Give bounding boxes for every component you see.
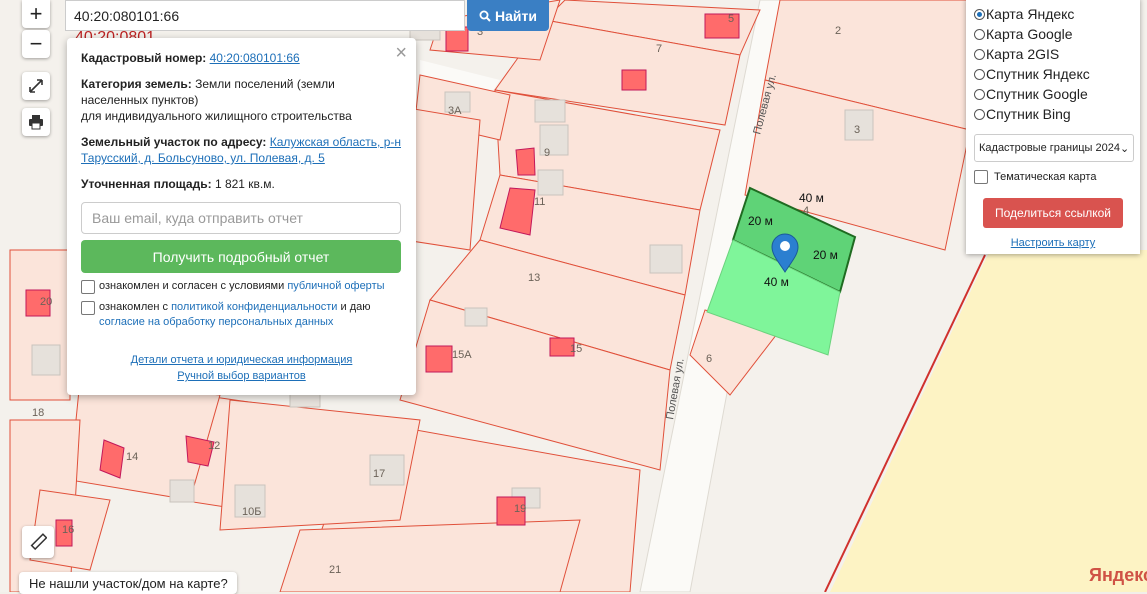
plot-label: 13 — [528, 272, 540, 284]
privacy-link[interactable]: политикой конфиденциальности — [171, 301, 337, 313]
plot-label: 4 — [803, 205, 809, 217]
zoom-out-button[interactable]: − — [22, 30, 50, 58]
not-found-button[interactable]: Не нашли участок/дом на карте? — [19, 572, 237, 594]
zoom-in-button[interactable]: + — [22, 0, 50, 28]
map-type-label: Спутник Google — [986, 86, 1088, 102]
offer-checkbox[interactable] — [81, 280, 95, 294]
plot-label: 21 — [329, 564, 341, 576]
plot-label: 3А — [448, 105, 462, 117]
plot-label: 9 — [544, 147, 550, 159]
radio-button[interactable] — [974, 8, 985, 20]
radio-button[interactable] — [974, 88, 985, 100]
report-details-link[interactable]: Детали отчета и юридическая информация — [131, 354, 353, 366]
plot-label: 5 — [728, 13, 734, 25]
share-link-button[interactable]: Поделиться ссылкой — [983, 198, 1123, 228]
radio-button[interactable] — [974, 48, 985, 60]
offer-consent-checkbox-row[interactable]: ознакомлен и согласен с условиями публич… — [81, 279, 402, 294]
offer-link[interactable]: публичной оферты — [287, 280, 384, 292]
configure-map-link[interactable]: Настроить карту — [974, 237, 1132, 249]
popup-links: Детали отчета и юридическая информация Р… — [81, 352, 402, 384]
cadastral-search-input[interactable] — [65, 0, 465, 31]
dimension-top: 40 м — [799, 191, 824, 205]
map-type-option[interactable]: Спутник Bing — [974, 104, 1132, 124]
thematic-map-toggle[interactable]: Тематическая карта — [974, 170, 1132, 184]
email-field[interactable]: Ваш email, куда отправить отчет — [81, 202, 401, 234]
map-type-option[interactable]: Карта 2GIS — [974, 44, 1132, 64]
map-type-label: Карта 2GIS — [986, 46, 1060, 62]
cadastral-number-row: Кадастровый номер: 40:20:080101:66 — [81, 51, 300, 65]
map-type-label: Спутник Bing — [986, 106, 1071, 122]
land-category-row: Категория земель: Земли поселений (земли… — [81, 77, 352, 123]
plot-label: 19 — [514, 503, 526, 515]
privacy-consent-checkbox-row[interactable]: ознакомлен с политикой конфиденциальност… — [81, 300, 402, 330]
map-type-radio-group: Карта Яндекс Карта Google Карта 2GIS Спутни… — [974, 4, 1132, 124]
yandex-logo: Яндекс — [1089, 565, 1147, 585]
address-row: Земельный участок по адресу: Калужская о… — [81, 135, 401, 165]
ruler-button[interactable] — [22, 526, 54, 558]
map-type-option[interactable]: Карта Яндекс — [974, 4, 1132, 24]
map-type-option[interactable]: Карта Google — [974, 24, 1132, 44]
get-report-button[interactable]: Получить подробный отчет — [81, 240, 401, 273]
map-type-label: Спутник Яндекс — [986, 66, 1090, 82]
search-button[interactable]: Найти — [467, 0, 549, 31]
cadastral-layer-select[interactable]: Кадастровые границы 2024 ⌄ — [974, 134, 1134, 162]
plot-label: 17 — [373, 468, 385, 480]
plot-label: 7 — [656, 43, 662, 55]
plot-label: 14 — [126, 451, 138, 463]
map-type-option[interactable]: Спутник Яндекс — [974, 64, 1132, 84]
data-consent-link[interactable]: согласие на обработку персональных данны… — [99, 316, 333, 328]
dimension-right: 20 м — [813, 248, 838, 262]
plot-label: 12 — [208, 440, 220, 452]
dimension-bottom: 40 м — [764, 275, 789, 289]
plot-label: 18 — [32, 407, 44, 419]
print-button[interactable] — [22, 108, 50, 136]
manual-selection-link[interactable]: Ручной выбор вариантов — [177, 370, 305, 382]
ruler-icon — [30, 533, 47, 551]
chevron-down-icon: ⌄ — [1119, 142, 1130, 155]
parcel-info-popup: × Кадастровый номер: 40:20:080101:66 Кат… — [67, 38, 416, 395]
plot-label: 6 — [706, 353, 712, 365]
search-icon — [479, 10, 491, 22]
plot-label: 16 — [62, 524, 74, 536]
fullscreen-button[interactable] — [22, 72, 50, 100]
plot-label: 3 — [854, 124, 860, 136]
map-type-option[interactable]: Спутник Google — [974, 84, 1132, 104]
dimension-left: 20 м — [748, 214, 773, 228]
privacy-checkbox[interactable] — [81, 301, 95, 315]
plot-label: 20 — [40, 296, 52, 308]
search-button-label: Найти — [495, 7, 537, 24]
plot-label: 15А — [452, 349, 472, 361]
cadastral-number-link[interactable]: 40:20:080101:66 — [210, 51, 300, 65]
close-icon[interactable]: × — [395, 42, 407, 65]
thematic-checkbox[interactable] — [974, 170, 988, 184]
plot-label: 2 — [835, 25, 841, 37]
radio-button[interactable] — [974, 108, 985, 120]
area-row: Уточненная площадь: 1 821 кв.м. — [81, 177, 275, 191]
plot-label: 11 — [534, 196, 545, 208]
plot-label: 10Б — [242, 506, 261, 518]
plot-label: 15 — [570, 343, 582, 355]
map-type-label: Карта Яндекс — [986, 6, 1075, 22]
map-layers-panel: Карта Яндекс Карта Google Карта 2GIS Спутни… — [966, 0, 1140, 254]
printer-icon — [29, 115, 43, 130]
expand-icon — [29, 79, 43, 93]
radio-button[interactable] — [974, 28, 985, 40]
radio-button[interactable] — [974, 68, 985, 80]
map-type-label: Карта Google — [986, 26, 1073, 42]
